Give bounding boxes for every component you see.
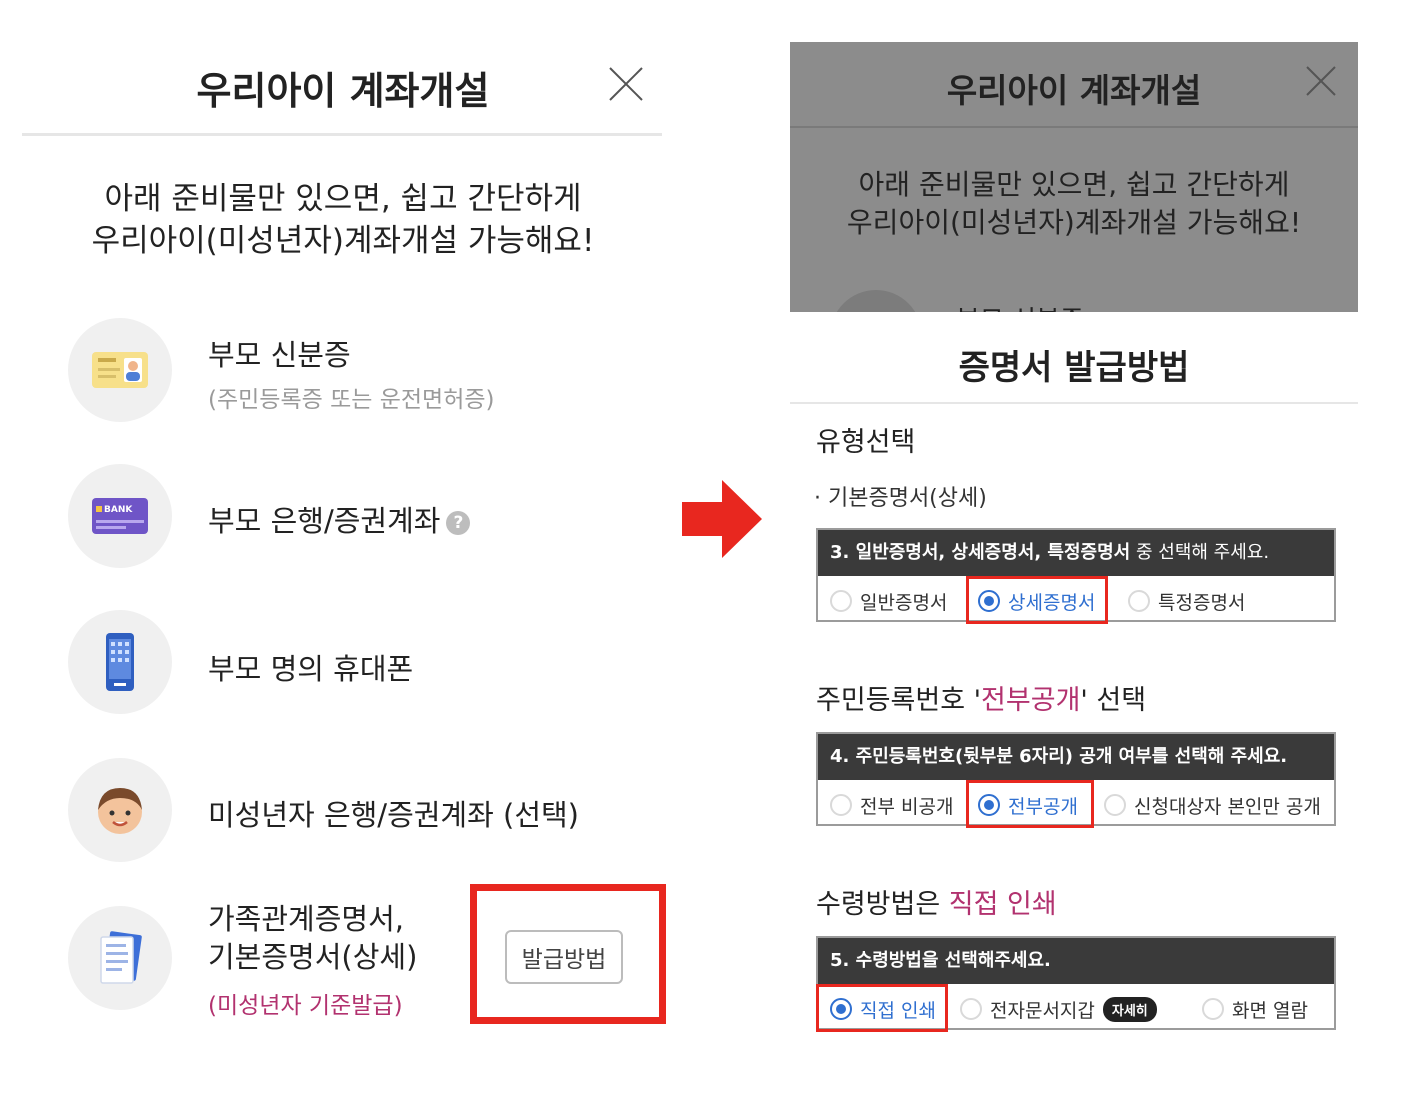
item-certificates-sub: (미성년자 기준발급)	[208, 993, 403, 1019]
item-child-account-label: 미성년자 은행/증권계좌 (선택)	[208, 798, 579, 832]
modal-title: 우리아이 계좌개설	[196, 69, 490, 113]
child-face-icon	[68, 758, 172, 862]
item-parent-phone-label: 부모 명의 휴대폰	[208, 652, 414, 686]
radio-screen-view[interactable]: 화면 열람	[1202, 994, 1308, 1024]
highlight-box	[966, 576, 1108, 624]
divider	[22, 133, 662, 136]
dimmed-modal-background: 우리아이 계좌개설 아래 준비물만 있으면, 쉽고 간단하게 우리아이(미성년자…	[790, 42, 1358, 322]
phone-icon	[68, 610, 172, 714]
divider	[790, 402, 1358, 404]
rrn-select-box: 4. 주민등록번호(뒷부분 6자리) 공개 여부를 선택해 주세요. 전부 비공…	[816, 732, 1336, 828]
divider	[790, 126, 1358, 128]
rrn-select-head: 4. 주민등록번호(뒷부분 6자리) 공개 여부를 선택해 주세요.	[818, 734, 1334, 780]
account-open-modal: 우리아이 계좌개설 아래 준비물만 있으면, 쉽고 간단하게 우리아이(미성년자…	[0, 0, 680, 1096]
radio-icon	[1202, 998, 1224, 1020]
document-icon	[68, 906, 172, 1010]
receive-select-head: 5. 수령방법을 선택해주세요.	[818, 938, 1334, 984]
type-select-head: 3. 일반증명서, 상세증명서, 특정증명서 중 선택해 주세요.	[818, 530, 1334, 576]
radio-icon	[830, 794, 852, 816]
section-type-bullet: · 기본증명서(상세)	[814, 486, 987, 511]
item-parent-id-sub: (주민등록증 또는 운전면허증)	[208, 387, 495, 413]
sheet-title: 증명서 발급방법	[958, 348, 1190, 388]
radio-icon	[1104, 794, 1126, 816]
bg-modal-title: 우리아이 계좌개설	[946, 71, 1202, 110]
receive-select-box: 5. 수령방법을 선택해주세요. 직접 인쇄 전자문서지갑 자세히 화면 열람	[816, 936, 1336, 1032]
radio-e-wallet[interactable]: 전자문서지갑 자세히	[960, 994, 1157, 1024]
section-receive-title: 수령방법은 직접 인쇄	[816, 889, 1057, 920]
radio-rrn-hidden[interactable]: 전부 비공개	[830, 790, 953, 820]
certificate-method-sheet: 증명서 발급방법 유형선택 · 기본증명서(상세) 3. 일반증명서, 상세증명…	[790, 312, 1358, 1096]
intro-text: 아래 준비물만 있으면, 쉽고 간단하게 우리아이(미성년자)계좌개설 가능해요…	[91, 181, 595, 259]
item-parent-id-label: 부모 신분증	[208, 338, 351, 372]
radio-icon	[1128, 590, 1150, 612]
svg-text:BANK: BANK	[104, 505, 133, 515]
issue-method-button[interactable]: 발급방법	[505, 930, 623, 984]
item-parent-account-label: 부모 은행/증권계좌?	[208, 498, 471, 540]
radio-specific-cert[interactable]: 특정증명서	[1128, 586, 1245, 616]
item-certificates-label: 가족관계증명서, 기본증명서(상세)	[208, 902, 418, 974]
radio-general-cert[interactable]: 일반증명서	[830, 586, 947, 616]
highlight-box	[966, 780, 1094, 828]
close-icon	[1306, 66, 1336, 96]
close-icon[interactable]	[606, 64, 646, 104]
id-card-icon	[68, 318, 172, 422]
type-select-box: 3. 일반증명서, 상세증명서, 특정증명서 중 선택해 주세요. 일반증명서 …	[816, 528, 1336, 624]
radio-icon	[830, 590, 852, 612]
arrow-right-icon	[682, 480, 762, 558]
details-badge[interactable]: 자세히	[1102, 996, 1157, 1022]
radio-icon	[960, 998, 982, 1020]
radio-rrn-self-only[interactable]: 신청대상자 본인만 공개	[1104, 790, 1321, 820]
bg-intro-text: 아래 준비물만 있으면, 쉽고 간단하게 우리아이(미성년자)계좌개설 가능해요…	[846, 168, 1302, 239]
highlight-box	[816, 984, 948, 1032]
section-rrn-title: 주민등록번호 '전부공개' 선택	[816, 685, 1147, 716]
help-icon[interactable]: ?	[446, 511, 471, 535]
section-type-title: 유형선택	[816, 427, 916, 458]
bank-card-icon: BANK	[68, 464, 172, 568]
